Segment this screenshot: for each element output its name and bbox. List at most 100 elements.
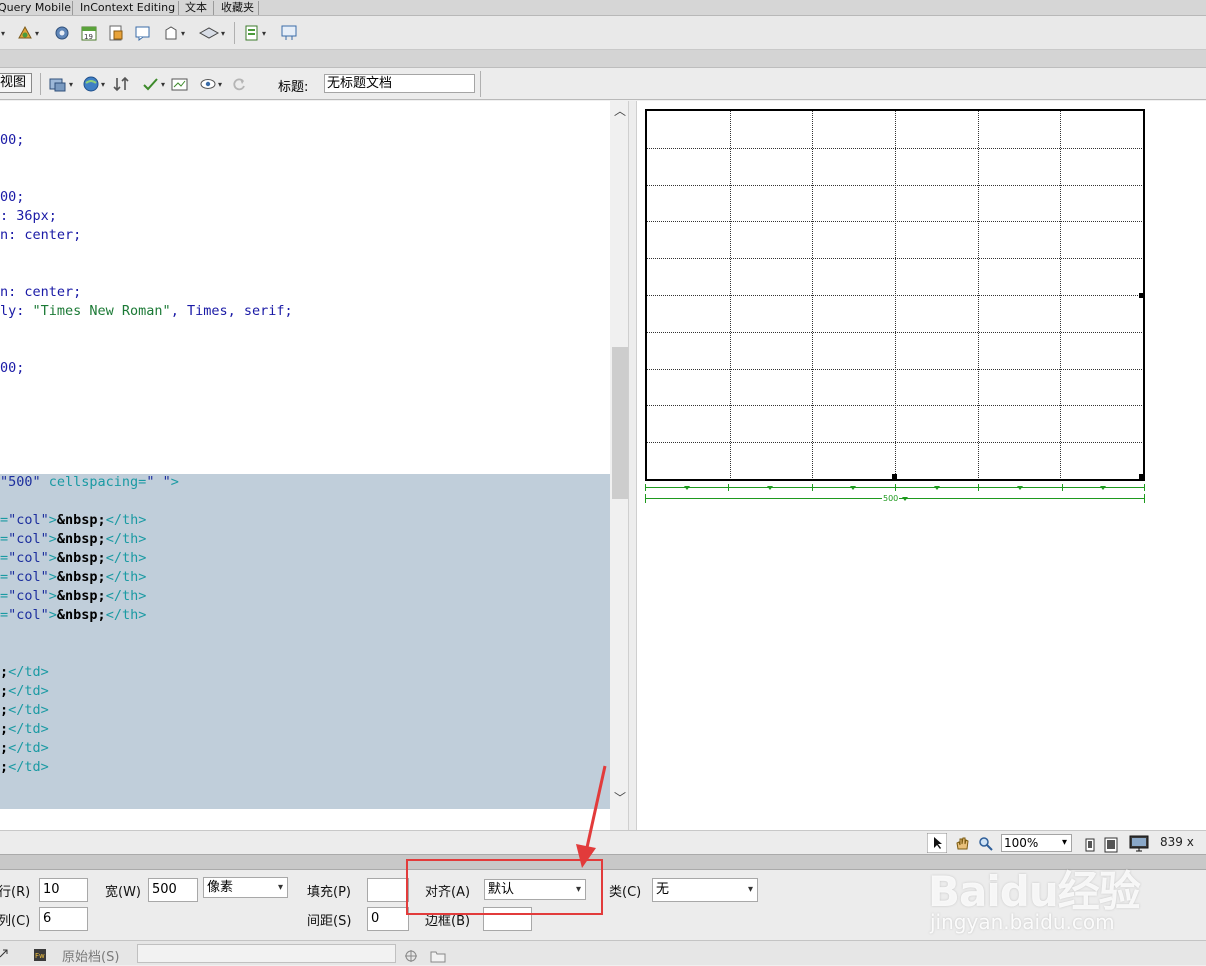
chevron-down-icon: ▾ [277, 882, 283, 893]
code-token: &nbsp; [56, 512, 106, 528]
width-unit-select[interactable]: 像素 ▾ [203, 877, 288, 898]
code-line: ;</td> [0, 720, 49, 739]
code-line: ="col">&nbsp;</th> [0, 511, 146, 530]
tag-chooser-icon[interactable]: ▾ [243, 23, 266, 43]
code-token: </th> [105, 531, 147, 547]
templates-icon[interactable]: ▾ [198, 23, 225, 43]
code-token: n: center; [0, 284, 82, 300]
resize-handle[interactable] [892, 474, 897, 479]
folder-icon[interactable] [430, 946, 446, 966]
design-table[interactable] [645, 109, 1145, 481]
expand-icon[interactable] [0, 944, 10, 964]
tab-divider [213, 1, 214, 15]
cols-input[interactable]: 6 [39, 907, 88, 931]
code-line: : 36px; [0, 207, 57, 226]
code-scroll-thumb[interactable] [612, 347, 628, 499]
code-token: "col" [8, 512, 49, 528]
source-field[interactable] [137, 944, 396, 963]
rows-input[interactable]: 10 [39, 878, 88, 902]
server-include-icon[interactable] [107, 23, 125, 43]
code-line: ="col">&nbsp;</th> [0, 530, 146, 549]
target-icon[interactable] [404, 946, 418, 966]
class-label: 类(C) [609, 885, 642, 900]
code-token: ; [0, 759, 9, 775]
padding-label: 填充(P) [307, 885, 351, 900]
code-token: "col" [8, 569, 49, 585]
code-token: = [0, 607, 9, 623]
document-tab-band [0, 50, 1206, 68]
dropdown-arrow-icon[interactable]: ▾ [0, 23, 5, 43]
spacing-input[interactable]: 0 [367, 907, 409, 931]
tab-text[interactable]: 文本 [185, 0, 207, 16]
code-token: = [0, 588, 9, 604]
code-line: "500" cellspacing=" "> [0, 473, 179, 492]
table-width-label: 500 [882, 494, 900, 503]
svg-text:Fw: Fw [35, 952, 45, 960]
class-value: 无 [656, 882, 670, 897]
code-token: = [0, 569, 9, 585]
class-select[interactable]: 无 ▾ [652, 878, 758, 902]
code-token: &nbsp; [56, 607, 106, 623]
insert-panel-tabs: Query Mobile InContext Editing 文本 收藏夹 [0, 0, 1206, 16]
spacing-label: 间距(S) [307, 914, 352, 929]
tab-favorites[interactable]: 收藏夹 [221, 0, 254, 16]
code-token: ; [0, 740, 9, 756]
width-input[interactable]: 500 [148, 878, 198, 902]
padding-input[interactable] [367, 878, 409, 902]
resize-handle[interactable] [1139, 474, 1143, 479]
widget-icon[interactable]: ▾ [16, 23, 39, 43]
scroll-down-arrow-icon[interactable]: ﹀ [612, 790, 628, 806]
window-size-readout[interactable]: 839 x [1160, 835, 1194, 849]
code-line: 00; [0, 359, 24, 378]
baidu-watermark: Baidu经验 jingyan.baidu.com [920, 850, 1200, 940]
code-token: " " [146, 474, 171, 490]
head-tags-icon[interactable]: ▾ [162, 23, 185, 43]
code-token: = [0, 550, 9, 566]
split-view-divider[interactable] [628, 101, 637, 830]
code-token: </th> [105, 569, 147, 585]
live-view-options-icon[interactable]: ▾ [199, 74, 222, 94]
tab-jquery-mobile[interactable]: Query Mobile [0, 0, 71, 16]
code-token: > [170, 474, 179, 490]
visual-aids-icon[interactable] [170, 74, 190, 94]
resize-handle[interactable] [1139, 293, 1143, 298]
comment-icon[interactable] [134, 23, 152, 43]
code-token: > [48, 569, 57, 585]
code-token: cellspacing= [40, 474, 147, 490]
tab-divider [258, 1, 259, 15]
zoom-value: 100% [1004, 836, 1039, 850]
design-view-button[interactable]: 视图 [0, 73, 32, 93]
code-token: </td> [8, 664, 49, 680]
code-line: 00; [0, 131, 24, 150]
code-line: ;</td> [0, 739, 49, 758]
code-token: > [48, 531, 57, 547]
code-token: ly: [0, 303, 33, 319]
code-line: ;</td> [0, 758, 49, 777]
code-line: n: center; [0, 226, 81, 245]
tab-incontext-editing[interactable]: InContext Editing [80, 0, 175, 16]
code-token: </td> [8, 759, 49, 775]
code-view[interactable]: 00; 00;: 36px; n: center; n: center; ly: "Ti… [0, 101, 610, 830]
code-token: ; [0, 721, 9, 737]
code-token: "500" [0, 474, 41, 490]
calendar-icon[interactable]: 19 [80, 23, 98, 43]
refresh-icon[interactable] [231, 74, 247, 94]
code-token: </td> [8, 721, 49, 737]
file-management-icon[interactable]: ▾ [48, 74, 73, 94]
scroll-up-arrow-icon[interactable]: ︿ [612, 103, 628, 119]
refresh-design-icon[interactable] [112, 74, 132, 94]
presentation-icon[interactable] [280, 23, 298, 43]
tab-divider [72, 1, 73, 15]
gear-icon[interactable] [53, 23, 71, 43]
code-token: 00; [0, 360, 25, 376]
document-title-input[interactable]: 无标题文档 [324, 74, 475, 93]
code-token: &nbsp; [56, 531, 106, 547]
code-token: "Times New Roman" [32, 303, 171, 319]
insert-toolbar: ▾ ▾ 19 ▾ ▾ ▾ [0, 16, 1206, 50]
check-compatibility-icon[interactable]: ▾ [142, 74, 165, 94]
toolbar-divider [40, 73, 41, 95]
cols-label: 列(C) [0, 914, 31, 929]
table-width-marker[interactable]: 500 [645, 484, 1145, 506]
code-line: ="col">&nbsp;</th> [0, 587, 146, 606]
preview-browser-icon[interactable]: ▾ [82, 74, 105, 94]
